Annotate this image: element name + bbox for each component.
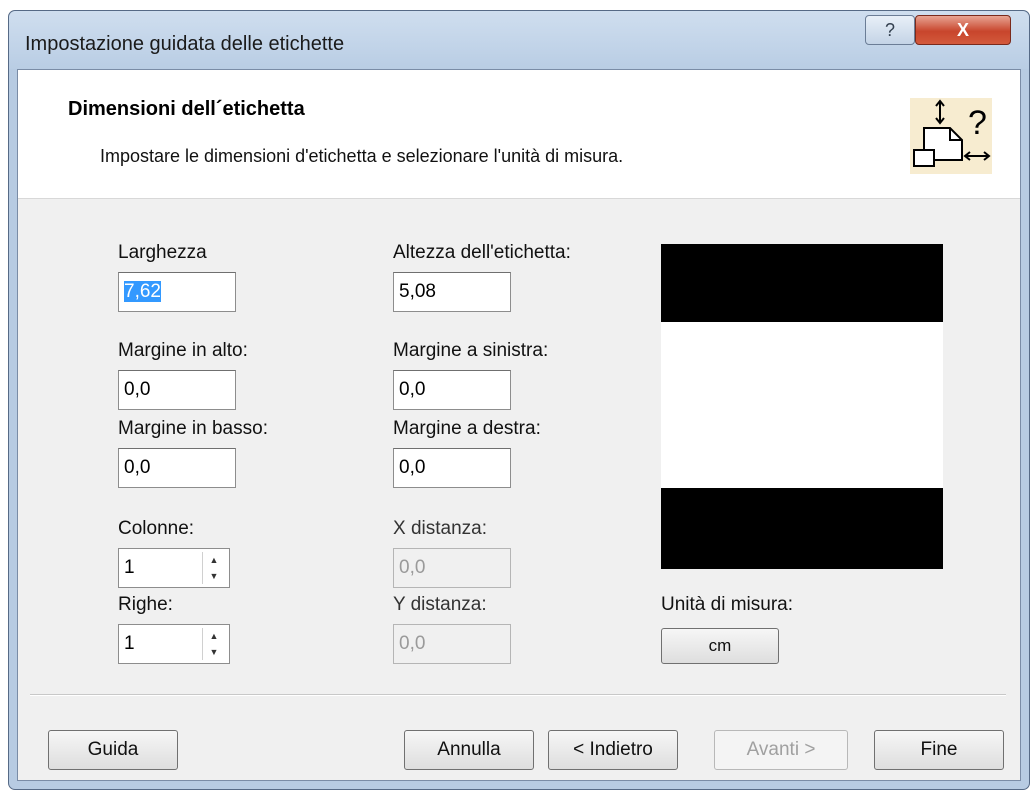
page-title: Dimensioni dell´etichetta xyxy=(68,98,305,120)
window-title: Impostazione guidata delle etichette xyxy=(25,33,345,55)
label-size-help-icon: ? xyxy=(910,98,992,174)
spin-up-icon[interactable]: ▲ xyxy=(210,631,219,641)
help-title-button[interactable]: ? xyxy=(865,15,915,45)
columns-spin-arrows[interactable]: ▲ ▼ xyxy=(202,552,225,584)
finish-button-label: Fine xyxy=(920,739,958,760)
height-value: 5,08 xyxy=(399,281,436,302)
units-button[interactable]: cm xyxy=(661,628,779,664)
width-label: Larghezza xyxy=(118,242,207,263)
right-margin-input[interactable]: 0,0 xyxy=(393,448,511,488)
columns-value: 1 xyxy=(124,557,135,578)
rows-stepper[interactable]: 1 ▲ ▼ xyxy=(118,624,230,664)
finish-button[interactable]: Fine xyxy=(874,730,1004,770)
page-subtitle: Impostare le dimensioni d'etichetta e se… xyxy=(100,146,624,166)
x-distance-label: X distanza: xyxy=(393,518,487,539)
bottom-margin-value: 0,0 xyxy=(124,457,151,478)
footer-divider xyxy=(30,694,1006,696)
bottom-margin-label: Margine in basso: xyxy=(118,418,268,439)
close-icon: X xyxy=(956,19,969,40)
wizard-header: Dimensioni dell´etichetta Impostare le d… xyxy=(18,70,1020,199)
top-margin-label: Margine in alto: xyxy=(118,340,248,361)
next-button-label: Avanti > xyxy=(746,739,816,760)
left-margin-input[interactable]: 0,0 xyxy=(393,370,511,410)
title-bar: Impostazione guidata delle etichette ? X xyxy=(9,11,1029,69)
right-margin-label: Margine a destra: xyxy=(393,418,541,439)
x-distance-value: 0,0 xyxy=(399,557,426,578)
help-button-label: Guida xyxy=(87,739,139,760)
left-margin-value: 0,0 xyxy=(399,379,426,400)
left-margin-label: Margine a sinistra: xyxy=(393,340,549,361)
back-button[interactable]: < Indietro xyxy=(548,730,678,770)
columns-label: Colonne: xyxy=(118,518,195,539)
height-input[interactable]: 5,08 xyxy=(393,272,511,312)
label-preview-area xyxy=(661,322,943,488)
y-distance-input: 0,0 xyxy=(393,624,511,664)
units-value: cm xyxy=(708,636,732,655)
question-mark-icon: ? xyxy=(884,19,895,40)
y-distance-label: Y distanza: xyxy=(393,594,487,615)
y-distance-value: 0,0 xyxy=(399,633,426,654)
top-margin-input[interactable]: 0,0 xyxy=(118,370,236,410)
rows-spin-arrows[interactable]: ▲ ▼ xyxy=(202,628,225,660)
cancel-button[interactable]: Annulla xyxy=(404,730,534,770)
bottom-margin-input[interactable]: 0,0 xyxy=(118,448,236,488)
width-input[interactable]: 7,62 xyxy=(118,272,236,312)
cancel-button-label: Annulla xyxy=(437,739,501,760)
next-button: Avanti > xyxy=(714,730,848,770)
spin-down-icon[interactable]: ▼ xyxy=(210,571,219,581)
wizard-dialog: Impostazione guidata delle etichette ? X… xyxy=(8,10,1030,790)
width-value: 7,62 xyxy=(124,281,161,302)
spin-up-icon[interactable]: ▲ xyxy=(210,555,219,565)
svg-text:?: ? xyxy=(968,104,987,142)
height-label: Altezza dell'etichetta: xyxy=(393,242,571,263)
x-distance-input: 0,0 xyxy=(393,548,511,588)
rows-value: 1 xyxy=(124,633,135,654)
help-button[interactable]: Guida xyxy=(48,730,178,770)
spin-down-icon[interactable]: ▼ xyxy=(210,647,219,657)
dialog-body: Dimensioni dell´etichetta Impostare le d… xyxy=(17,69,1021,781)
back-button-label: < Indietro xyxy=(573,739,653,760)
top-margin-value: 0,0 xyxy=(124,379,151,400)
label-preview xyxy=(661,244,943,569)
units-label: Unità di misura: xyxy=(661,594,793,615)
right-margin-value: 0,0 xyxy=(399,457,426,478)
close-button[interactable]: X xyxy=(915,15,1011,45)
rows-label: Righe: xyxy=(118,594,173,615)
columns-stepper[interactable]: 1 ▲ ▼ xyxy=(118,548,230,588)
